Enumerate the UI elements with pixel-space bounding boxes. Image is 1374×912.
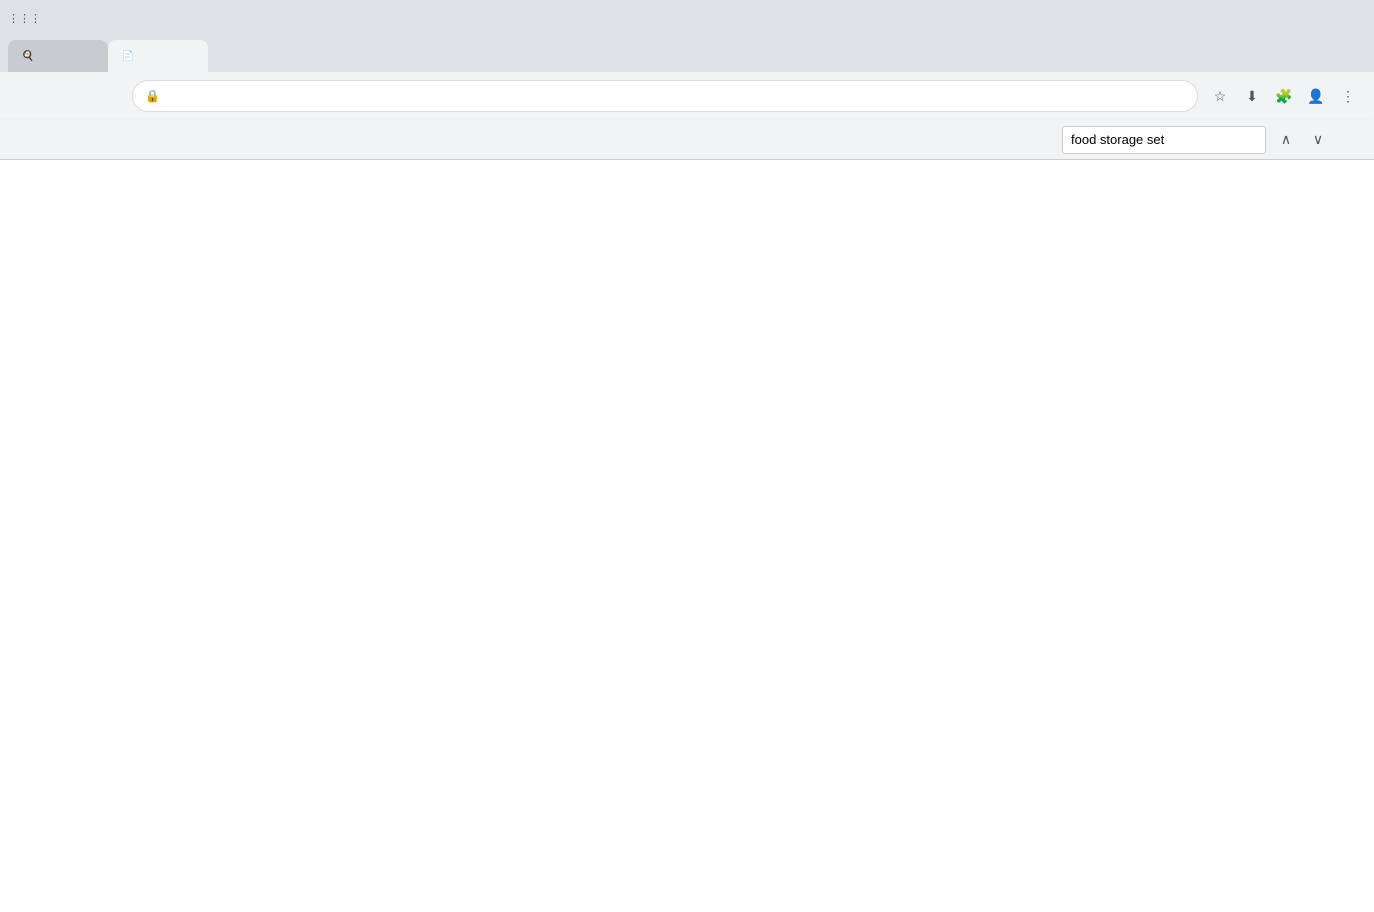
address-bar[interactable]: 🔒 [132, 80, 1198, 112]
tabs-bar: 🍳 📄 [0, 36, 1374, 72]
tab-close-viewsource[interactable] [180, 48, 196, 64]
find-prev-button[interactable]: ∧ [1274, 128, 1298, 152]
tab-favicon-cookware: 🍳 [20, 48, 36, 64]
back-button[interactable] [12, 80, 44, 112]
lock-icon: 🔒 [145, 89, 160, 103]
download-icon[interactable]: ⬇ [1238, 82, 1266, 110]
more-menu-icon[interactable]: ⋮ [1334, 82, 1362, 110]
nav-icons-right: ☆ ⬇ 🧩 👤 ⋮ [1206, 82, 1362, 110]
tab-viewsource[interactable]: 📄 [108, 40, 208, 72]
title-bar: ⋮⋮⋮ [0, 0, 1374, 36]
minimize-button[interactable] [1212, 0, 1258, 36]
maximize-button[interactable] [1266, 0, 1312, 36]
chrome-window: ⋮⋮⋮ 🍳 📄 🔒 ☆ ⬇ � [0, 0, 1374, 912]
find-bar: ∧ ∨ [0, 120, 1374, 160]
find-next-button[interactable]: ∨ [1306, 128, 1330, 152]
find-input-wrapper [1062, 126, 1266, 154]
tab-favicon-viewsource: 📄 [120, 48, 136, 64]
nav-bar: 🔒 ☆ ⬇ 🧩 👤 ⋮ [0, 72, 1374, 120]
bookmark-star-icon[interactable]: ☆ [1206, 82, 1234, 110]
new-tab-button[interactable] [212, 44, 240, 72]
find-input[interactable] [1071, 132, 1251, 147]
find-close-button[interactable] [1338, 128, 1362, 152]
close-button[interactable] [1320, 0, 1366, 36]
refresh-button[interactable] [92, 80, 124, 112]
tab-cookware[interactable]: 🍳 [8, 40, 108, 72]
tab-close-cookware[interactable] [80, 48, 96, 64]
extensions-icon[interactable]: 🧩 [1270, 82, 1298, 110]
profile-icon[interactable]: 👤 [1302, 82, 1330, 110]
source-content[interactable] [0, 160, 1374, 912]
chrome-menu-icon: ⋮⋮⋮ [8, 12, 41, 25]
forward-button[interactable] [52, 80, 84, 112]
